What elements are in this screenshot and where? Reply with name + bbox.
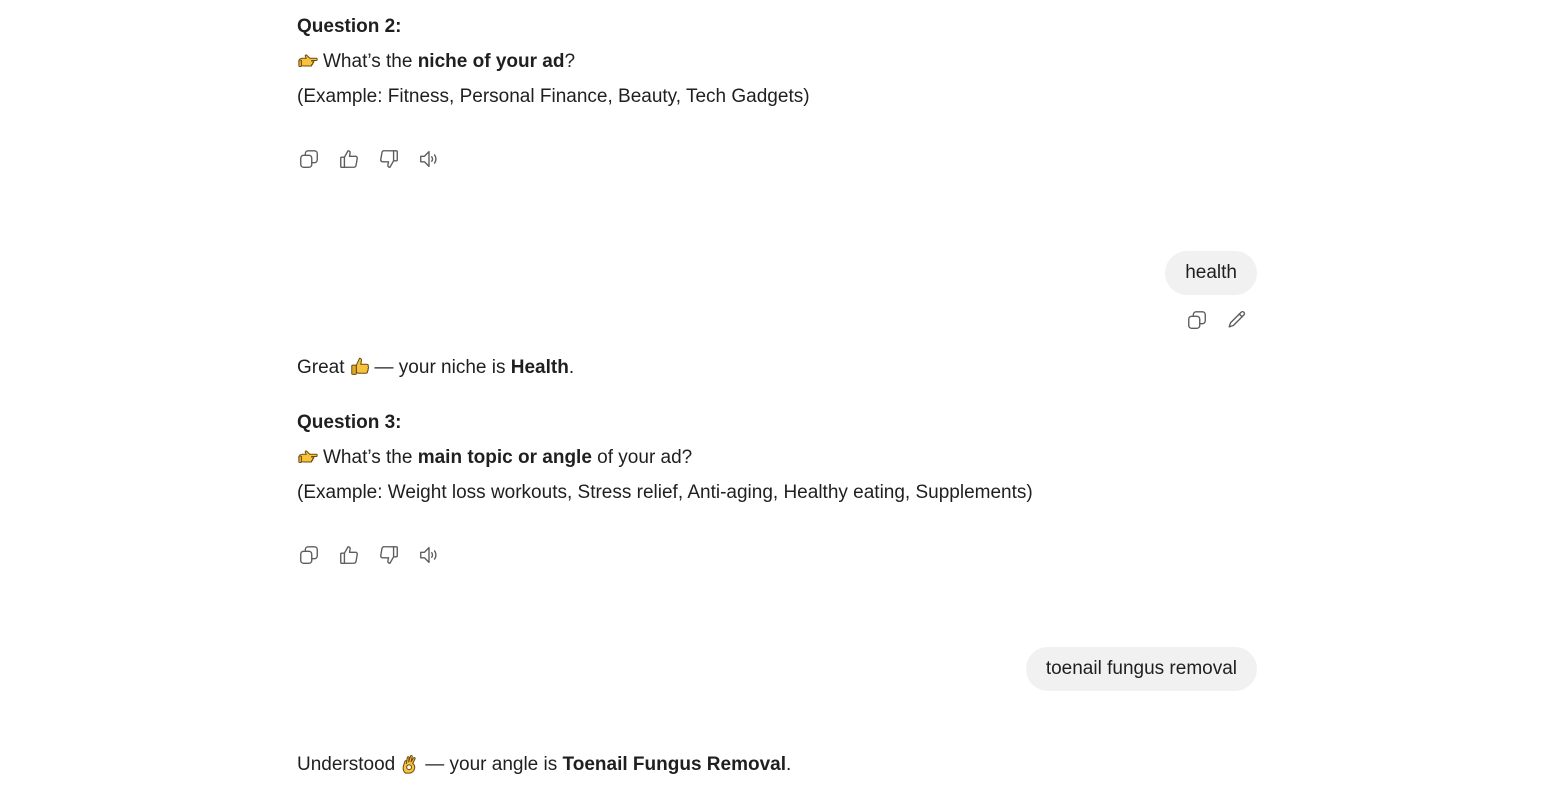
copy-button[interactable] xyxy=(297,147,321,171)
reply-text-post: . xyxy=(786,754,792,775)
reply-text-post: . xyxy=(568,357,575,378)
dislike-button[interactable] xyxy=(377,147,401,171)
reply-text-bold: Toenail Fungus Removal xyxy=(562,754,786,775)
backhand-index-pointing-right-icon xyxy=(298,450,318,463)
read-aloud-button[interactable] xyxy=(417,147,441,171)
assistant-message-reply2: Understood — your angle is Toenail Fungu… xyxy=(297,753,791,777)
example-text: (Example: Fitness, Personal Finance, Bea… xyxy=(297,86,810,107)
speaker-icon xyxy=(420,150,437,168)
prompt-text-pre: What’s the xyxy=(323,51,418,72)
copy-icon xyxy=(300,546,318,564)
question-prompt: What’s the niche of your ad? xyxy=(297,50,575,74)
copy-icon xyxy=(300,150,318,168)
thumbs-down-icon xyxy=(380,546,398,564)
assistant-message-reply1: Great — your niche is Health. xyxy=(297,356,574,380)
like-button[interactable] xyxy=(337,147,361,171)
like-button[interactable] xyxy=(337,543,361,567)
ok-hand-emoji-icon xyxy=(402,755,416,774)
edit-button[interactable] xyxy=(1225,308,1249,332)
copy-button[interactable] xyxy=(297,543,321,567)
reply-text-pre: Great xyxy=(297,357,345,378)
backhand-index-pointing-right-icon xyxy=(298,54,318,67)
dislike-button[interactable] xyxy=(377,543,401,567)
question-heading: Question 3: xyxy=(297,412,402,433)
assistant-message-q3: Question 3: xyxy=(297,411,402,435)
speaker-icon xyxy=(420,546,437,564)
thumbs-up-icon xyxy=(340,546,358,564)
prompt-text-post: of your ad? xyxy=(591,447,693,468)
reply-text-pre: Understood xyxy=(297,754,396,775)
copy-button[interactable] xyxy=(1185,308,1209,332)
user-message-bubble: health xyxy=(1165,251,1257,295)
question-prompt: What’s the main topic or angle of your a… xyxy=(297,446,692,470)
assistant-actions-q2 xyxy=(297,147,441,171)
prompt-text-bold: niche of your ad xyxy=(417,51,565,72)
user-message-bubble: toenail fungus removal xyxy=(1025,647,1257,691)
thumbs-down-icon xyxy=(380,150,398,168)
chat-thread: Question 2: What’s the niche of your ad?… xyxy=(0,0,1558,798)
user-message-text: health xyxy=(1185,262,1237,283)
pencil-icon xyxy=(1228,311,1246,328)
assistant-message-q2: Question 2: xyxy=(297,15,402,39)
user-message-text: toenail fungus removal xyxy=(1045,658,1237,679)
question-heading: Question 2: xyxy=(297,16,402,37)
example-text: (Example: Weight loss workouts, Stress r… xyxy=(297,482,1033,503)
user-message-actions xyxy=(1185,308,1249,332)
copy-icon xyxy=(1188,311,1206,329)
reply-text-bold: Health xyxy=(510,357,569,378)
prompt-text-bold: main topic or angle xyxy=(417,447,592,468)
reply-text-mid: — your angle is xyxy=(425,754,563,775)
reply-text-mid: — your niche is xyxy=(374,357,511,378)
read-aloud-button[interactable] xyxy=(417,543,441,567)
thumbs-up-icon xyxy=(340,150,358,168)
prompt-text-post: ? xyxy=(564,51,576,72)
prompt-text-pre: What’s the xyxy=(323,447,418,468)
assistant-actions-q3 xyxy=(297,543,441,567)
thumbs-up-emoji-icon xyxy=(350,357,369,375)
